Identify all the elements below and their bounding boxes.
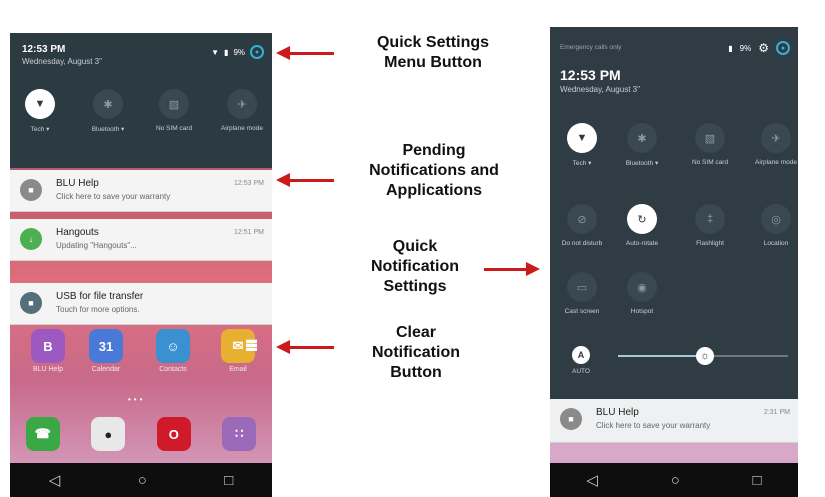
rotate-icon[interactable]: ↻ (627, 204, 657, 234)
wallpaper-strip (550, 443, 798, 463)
date: Wednesday, August 3" (22, 57, 102, 66)
app-icon-blu-help[interactable]: B (31, 329, 65, 363)
qs-tile-label: Cast screen (564, 308, 600, 315)
qs-tile-label: No SIM card (691, 159, 729, 166)
cast-icon[interactable]: ▭ (567, 272, 597, 302)
brightness-slider-thumb[interactable]: ☼ (696, 347, 714, 365)
notification-title: BLU Help (596, 407, 639, 418)
battery-icon: ▮ (728, 43, 733, 53)
location-icon[interactable]: ◎ (761, 204, 791, 234)
qs-tile-label: Bluetooth ▾ (625, 160, 659, 167)
qs-tile-label: Flashlight (696, 240, 724, 247)
notification-body: Updating "Hangouts"... (56, 241, 137, 250)
auto-brightness-icon[interactable]: A (572, 346, 590, 364)
notification-hangouts[interactable]: ↓ Hangouts Updating "Hangouts"... 12:51 PM (10, 219, 272, 261)
back-icon[interactable]: ◁ (49, 471, 61, 489)
qs-tile-label: Do not disturb (561, 240, 603, 247)
notification-blu-help[interactable]: ■ BLU Help Click here to save your warra… (550, 399, 798, 443)
download-icon: ↓ (20, 228, 42, 250)
caption-quick-notification: Quick Notification Settings (371, 238, 459, 295)
notification-time: 2:31 PM (763, 409, 790, 416)
auto-label: AUTO (572, 368, 590, 375)
notification-title: BLU Help (56, 178, 99, 189)
battery-icon: ▮ (224, 47, 229, 57)
arrow-quick-settings (276, 46, 334, 60)
left-phone-screen: 12:53 PM Wednesday, August 3" ▼ ▮ 9% ● ▼… (10, 33, 272, 497)
page-indicator: ••• (128, 395, 146, 404)
notification-blu-help[interactable]: ■ BLU Help Click here to save your warrant… (10, 170, 272, 212)
qs-tile-label: Airplane mode (755, 159, 797, 166)
account-circle-icon[interactable]: ● (776, 41, 790, 55)
do-not-disturb-icon[interactable]: ⊘ (567, 204, 597, 234)
wifi-status-icon: ▼ (211, 47, 220, 57)
qs-tile-label: No SIM card (155, 125, 193, 132)
arrow-pending (276, 173, 334, 187)
wifi-icon[interactable]: ▼ (25, 89, 55, 119)
no-sim-icon[interactable]: ▧ (159, 89, 189, 119)
flashlight-icon[interactable]: ‡ (695, 204, 725, 234)
opera-icon[interactable]: O (156, 417, 191, 451)
app-icon-calendar[interactable]: 31 (89, 329, 123, 363)
notification-time: 12:53 PM (234, 180, 264, 187)
arrow-quick-notification (484, 262, 540, 276)
camera-icon[interactable]: ● (91, 417, 126, 451)
battery-percent: 9% (739, 43, 752, 53)
notification-body: Touch for more options. (56, 305, 140, 314)
notification-title: USB for file transfer (56, 291, 144, 302)
notification-title: Hangouts (56, 227, 99, 238)
bluetooth-icon[interactable]: ✱ (627, 123, 657, 153)
app-label: Contacts (159, 366, 187, 373)
bluetooth-icon[interactable]: ✱ (93, 89, 123, 119)
usb-icon: ■ (20, 292, 42, 314)
help-icon: ■ (20, 179, 42, 201)
caption-clear: Clear Notification Button (372, 324, 460, 381)
qs-tile-label: Tech ▾ (572, 160, 592, 167)
no-sim-icon[interactable]: ▧ (695, 123, 725, 153)
notification-usb-for-file-transfer[interactable]: ■ USB for file transfer Touch for more opt… (10, 283, 272, 325)
hotspot-icon[interactable]: ◉ (627, 272, 657, 302)
notification-body: Click here to save your warranty (56, 192, 171, 201)
recents-icon[interactable]: □ (224, 472, 233, 489)
home-icon[interactable]: ○ (671, 472, 680, 489)
navigation-bar: ◁ ○ □ (10, 463, 272, 497)
emergency-calls-text: Emergency calls only (560, 44, 622, 51)
phone-icon[interactable]: ☎ (25, 417, 60, 451)
arrow-clear (276, 340, 334, 354)
brightness-slider-fill (618, 355, 704, 357)
clock: 12:53 PM (22, 44, 66, 55)
back-icon[interactable]: ◁ (586, 471, 598, 489)
settings-gear-icon[interactable]: ⚙ (758, 41, 769, 55)
app-label: Calendar (91, 366, 121, 373)
right-phone-screen: Emergency calls only ▮ 9% ⚙ ● 12:53 PM W… (550, 27, 798, 497)
notification-time: 12:51 PM (234, 229, 264, 236)
caption-pending: Pending Notifications and Applications (369, 142, 499, 199)
left-quick-settings-panel: 12:53 PM Wednesday, August 3" ▼ ▮ 9% ● ▼… (10, 33, 272, 168)
home-icon[interactable]: ○ (138, 472, 147, 489)
recents-icon[interactable]: □ (753, 472, 762, 489)
app-label: BLU Help (33, 366, 63, 373)
date: Wednesday, August 3" (560, 85, 640, 94)
wifi-icon[interactable]: ▼ (567, 123, 597, 153)
account-circle-icon[interactable]: ● (250, 45, 264, 59)
qs-tile-label: Hotspot (630, 308, 654, 315)
qs-tile-label: Bluetooth ▾ (91, 126, 125, 133)
qs-tile-label: Auto-rotate (625, 240, 659, 247)
airplane-icon[interactable]: ✈ (227, 89, 257, 119)
qs-tile-label: Location (763, 240, 789, 247)
notification-body: Click here to save your warranty (596, 421, 711, 430)
clock: 12:53 PM (560, 67, 621, 83)
apps-grid-icon[interactable]: ∷ (222, 417, 257, 451)
qs-tile-label: Airplane mode (221, 125, 263, 132)
qs-tile-label: Tech ▾ (30, 126, 50, 133)
app-label: Email (229, 366, 247, 373)
clear-notifications-icon[interactable]: ▬ ▬ ▬ (246, 335, 262, 354)
app-icon-contacts[interactable]: ☺ (156, 329, 190, 363)
battery-percent: 9% (233, 47, 245, 57)
help-icon: ■ (560, 408, 582, 430)
caption-quick-settings: Quick Settings Menu Button (376, 34, 490, 71)
airplane-icon[interactable]: ✈ (761, 123, 791, 153)
navigation-bar: ◁ ○ □ (550, 463, 798, 497)
